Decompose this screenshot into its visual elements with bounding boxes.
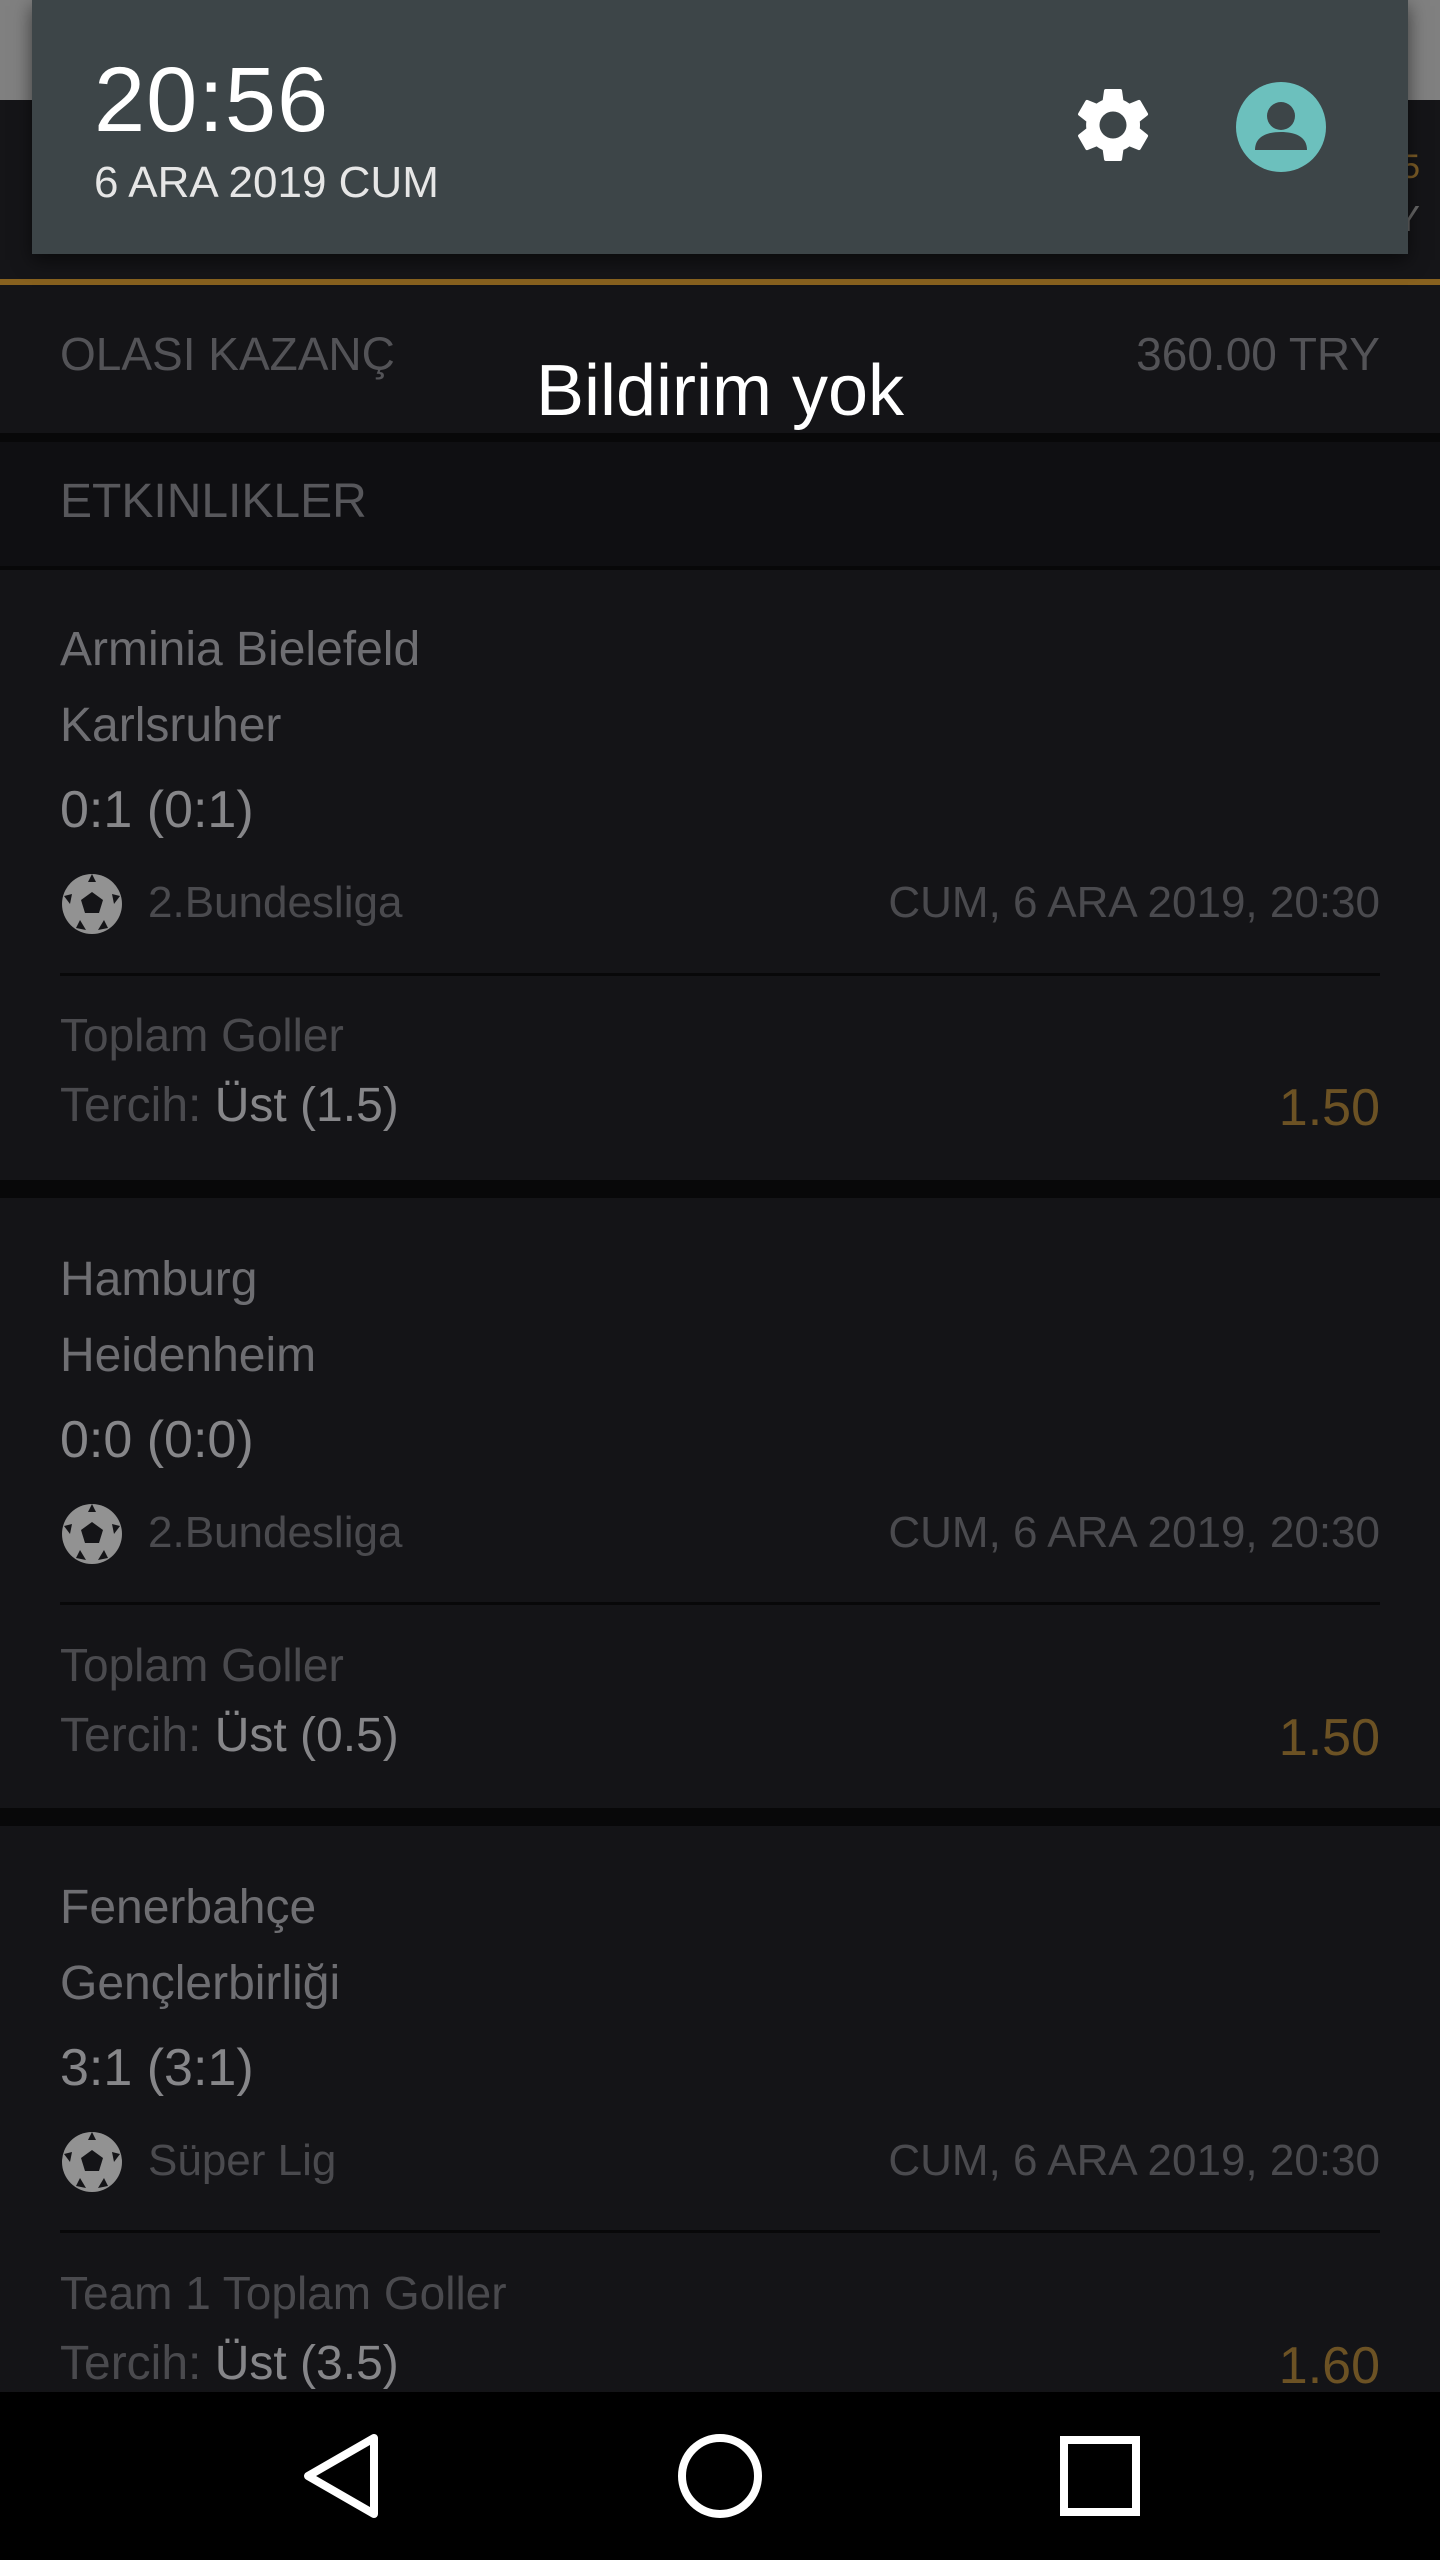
clock-time[interactable]: 20:56 bbox=[94, 48, 329, 153]
recents-square-icon[interactable] bbox=[1050, 2426, 1150, 2526]
no-notifications-message: Bildirim yok bbox=[535, 351, 905, 431]
quick-settings-header: 20:56 6 ARA 2019 CUM bbox=[32, 0, 1408, 254]
phone-screen: 5 Y OLASI KAZANÇ 360.00 TRY ETKINLIKLER … bbox=[0, 0, 1440, 2560]
back-triangle-icon[interactable] bbox=[290, 2426, 390, 2526]
clock-date[interactable]: 6 ARA 2019 CUM bbox=[94, 158, 439, 208]
navigation-bar bbox=[0, 2392, 1440, 2560]
gear-icon[interactable] bbox=[1068, 80, 1158, 170]
home-circle-icon[interactable] bbox=[670, 2426, 770, 2526]
person-icon bbox=[1255, 102, 1307, 150]
user-avatar-icon[interactable] bbox=[1236, 82, 1326, 172]
